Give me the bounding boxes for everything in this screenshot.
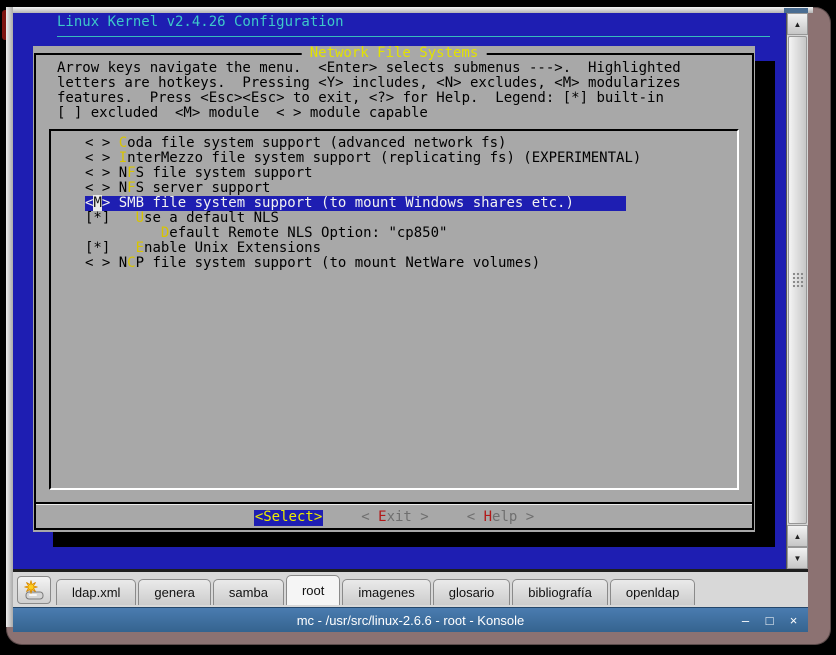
- text-segment: E: [136, 240, 144, 256]
- window-titlebar[interactable]: mc - /usr/src/linux-2.6.6 - root - Konso…: [13, 607, 808, 632]
- text-segment: H: [484, 509, 492, 525]
- text-segment: E: [378, 509, 386, 525]
- menu-listbox: < > Coda file system support (advanced n…: [49, 129, 739, 490]
- up-arrow-icon: ▲: [794, 532, 802, 541]
- text-segment: < > N: [85, 180, 127, 196]
- menu-item[interactable]: < > NCP file system support (to mount Ne…: [85, 256, 737, 271]
- help-button[interactable]: < Help >: [467, 510, 534, 526]
- text-segment: P file system support (to mount NetWare …: [136, 255, 541, 271]
- scrollbar-grip: [792, 272, 804, 288]
- dialog-buttons: <Select>< Exit >< Help >: [33, 510, 755, 526]
- text-segment: < >: [85, 150, 119, 166]
- text-segment: elp: [492, 509, 517, 525]
- text-segment: U: [136, 210, 144, 226]
- terminal-row: Linux Kernel v2.4.26 Configuration Netwo…: [13, 13, 808, 569]
- scrollbar-thumb[interactable]: [788, 36, 807, 524]
- text-segment: S file system support: [136, 165, 313, 181]
- menu-item[interactable]: < > NFS file system support: [85, 166, 737, 181]
- instruction-line: letters are hotkeys. Pressing <Y> includ…: [57, 76, 681, 91]
- text-segment: efault Remote NLS Option: "cp850": [169, 225, 447, 241]
- menu-item[interactable]: Default Remote NLS Option: "cp850": [85, 226, 737, 241]
- text-segment: <: [467, 509, 484, 525]
- scrollbar[interactable]: ▲ ▲ ▼: [786, 13, 808, 569]
- text-segment: F: [127, 180, 135, 196]
- text-segment: >: [517, 509, 534, 525]
- session-tabbar: ldap.xmlgenerasambarootimagenesglosariob…: [13, 569, 808, 607]
- selection-highlight: <M> SMB file system support (to mount Wi…: [85, 196, 626, 211]
- down-arrow-icon: ▼: [794, 554, 802, 563]
- text-segment: < > N: [85, 165, 127, 181]
- close-button[interactable]: ×: [787, 614, 800, 627]
- backtitle: Linux Kernel v2.4.26 Configuration: [57, 15, 344, 30]
- text-segment: <: [361, 509, 378, 525]
- dialog-title: Network File Systems: [302, 46, 487, 61]
- menu-item[interactable]: < > Coda file system support (advanced n…: [85, 136, 737, 151]
- tab-openldap[interactable]: openldap: [610, 579, 696, 605]
- tab-root[interactable]: root: [286, 575, 340, 605]
- tab-samba[interactable]: samba: [213, 579, 284, 605]
- scroll-down-button[interactable]: ▼: [787, 547, 808, 569]
- new-session-icon: [21, 580, 47, 600]
- tab-imagenes[interactable]: imagenes: [342, 579, 430, 605]
- window-frame-left: [6, 7, 13, 627]
- text-segment: M: [93, 195, 101, 211]
- exit-button[interactable]: < Exit >: [361, 510, 428, 526]
- text-segment: S server support: [136, 180, 271, 196]
- tab-glosario[interactable]: glosario: [433, 579, 511, 605]
- text-segment: > SMB file system support (to mount Wind…: [102, 195, 574, 211]
- dialog-instructions: Arrow keys navigate the menu. <Enter> se…: [57, 61, 681, 121]
- text-segment: xit: [387, 509, 412, 525]
- scroll-up-button[interactable]: ▲: [787, 13, 808, 35]
- text-segment: < >: [85, 135, 119, 151]
- text-segment: se a default NLS: [144, 210, 279, 226]
- tab-list: ldap.xmlgenerasambarootimagenesglosariob…: [56, 575, 697, 605]
- menu-list: < > Coda file system support (advanced n…: [85, 136, 737, 271]
- menu-item-selected[interactable]: <M> SMB file system support (to mount Wi…: [85, 196, 737, 211]
- text-segment: C: [127, 255, 135, 271]
- text-segment: <Select>: [255, 509, 322, 525]
- scroll-up-button-bottom[interactable]: ▲: [787, 525, 808, 547]
- menu-item[interactable]: < > InterMezzo file system support (repl…: [85, 151, 737, 166]
- text-segment: < > N: [85, 255, 127, 271]
- text-segment: >: [412, 509, 429, 525]
- menu-item[interactable]: [*] Use a default NLS: [85, 211, 737, 226]
- text-segment: oda file system support (advanced networ…: [127, 135, 506, 151]
- text-segment: [*]: [85, 210, 136, 226]
- desktop: Linux Kernel v2.4.26 Configuration Netwo…: [0, 0, 836, 655]
- text-segment: C: [119, 135, 127, 151]
- backtitle-underline: [57, 36, 770, 37]
- text-segment: F: [127, 165, 135, 181]
- dialog-separator: [36, 502, 752, 504]
- select-button[interactable]: <Select>: [254, 510, 323, 526]
- up-arrow-icon: ▲: [794, 20, 802, 29]
- window-title: mc - /usr/src/linux-2.6.6 - root - Konso…: [297, 613, 525, 628]
- text-segment: nable Unix Extensions: [144, 240, 321, 256]
- tab-ldap-xml[interactable]: ldap.xml: [56, 579, 136, 605]
- menu-item[interactable]: [*] Enable Unix Extensions: [85, 241, 737, 256]
- menuconfig-dialog: Network File Systems Arrow keys navigate…: [33, 46, 755, 532]
- instruction-line: Arrow keys navigate the menu. <Enter> se…: [57, 61, 681, 76]
- maximize-button[interactable]: □: [763, 614, 776, 627]
- text-segment: I: [119, 150, 127, 166]
- tab-genera[interactable]: genera: [138, 579, 210, 605]
- minimize-button[interactable]: –: [739, 614, 752, 627]
- instruction-line: features. Press <Esc><Esc> to exit, <?> …: [57, 91, 681, 106]
- new-session-button[interactable]: [17, 576, 51, 604]
- konsole-window: Linux Kernel v2.4.26 Configuration Netwo…: [6, 7, 831, 645]
- menu-item[interactable]: < > NFS server support: [85, 181, 737, 196]
- scrollbar-track[interactable]: [787, 35, 808, 525]
- instruction-line: [ ] excluded <M> module < > module capab…: [57, 106, 681, 121]
- text-segment: [*]: [85, 240, 136, 256]
- tab-bibliograf-a[interactable]: bibliografía: [512, 579, 608, 605]
- window-controls: –□ ×: [739, 608, 800, 632]
- text-segment: nterMezzo file system support (replicati…: [127, 150, 641, 166]
- terminal-screen[interactable]: Linux Kernel v2.4.26 Configuration Netwo…: [13, 13, 786, 569]
- text-segment: [85, 225, 161, 241]
- window-content: Linux Kernel v2.4.26 Configuration Netwo…: [13, 13, 808, 632]
